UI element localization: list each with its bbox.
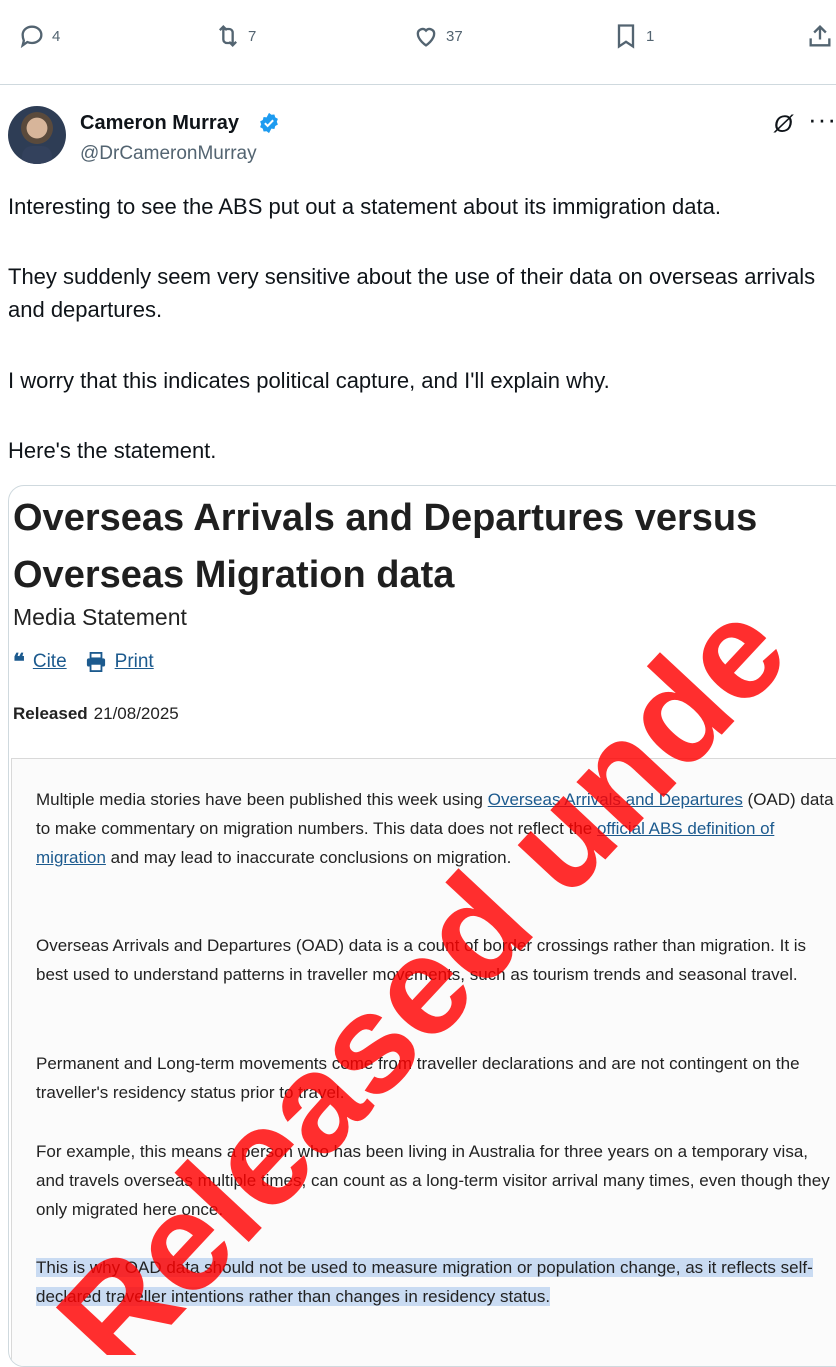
retweet-button[interactable]: 7 <box>214 22 256 50</box>
tweet-paragraph: I worry that this indicates political ca… <box>8 368 610 393</box>
bookmark-count: 1 <box>646 27 655 45</box>
heart-icon <box>416 27 436 47</box>
avatar[interactable] <box>8 106 66 164</box>
like-button[interactable]: 37 <box>412 22 463 50</box>
tweet-paragraph: Here's the statement. <box>8 438 217 463</box>
oad-link[interactable]: Overseas Arrivals and Departures <box>488 790 743 809</box>
tweet-paragraph: They suddenly seem very sensitive about … <box>8 264 816 322</box>
tweet-action-bar: 4 7 37 1 <box>0 0 836 85</box>
like-count: 37 <box>446 27 463 45</box>
statement-title: Overseas Arrivals and Departures versus … <box>13 497 758 596</box>
embedded-image[interactable]: Overseas Arrivals and Departures versus … <box>8 485 836 1367</box>
reply-button[interactable]: 4 <box>18 22 60 50</box>
print-link[interactable]: Print <box>115 651 154 673</box>
cite-print-row: ❝ Cite Print <box>13 649 154 675</box>
statement-body: Multiple media stories have been publish… <box>11 758 836 1366</box>
released-line: Released 21/08/2025 <box>13 704 179 724</box>
bookmark-button[interactable]: 1 <box>612 22 654 50</box>
printer-icon <box>86 652 105 672</box>
bookmark-icon <box>617 24 635 49</box>
statement-paragraph: Permanent and Long-term movements come f… <box>36 1054 800 1102</box>
cite-link[interactable]: Cite <box>33 651 67 673</box>
released-date: 21/08/2025 <box>93 704 179 723</box>
author-name[interactable]: Cameron Murray <box>80 112 239 135</box>
retweet-icon <box>219 25 237 47</box>
reply-icon <box>20 25 43 49</box>
author-handle[interactable]: @DrCameronMurray <box>80 143 257 165</box>
more-options-icon[interactable]: ··· <box>808 104 836 135</box>
highlighted-text: This is why OAD data should not be used … <box>36 1258 813 1306</box>
quote-icon: ❝ <box>13 649 25 674</box>
grok-icon[interactable]: Ø <box>774 111 793 139</box>
statement-paragraph: For example, this means a person who has… <box>36 1142 830 1219</box>
statement-paragraph: Multiple media stories have been publish… <box>36 790 834 867</box>
released-label: Released <box>13 704 88 723</box>
share-icon <box>809 25 831 47</box>
statement-paragraph: Overseas Arrivals and Departures (OAD) d… <box>36 936 807 984</box>
tweet-paragraph: Interesting to see the ABS put out a sta… <box>8 194 721 219</box>
statement-paragraph-highlighted: This is why OAD data should not be used … <box>36 1253 836 1311</box>
reply-count: 4 <box>52 27 61 45</box>
statement-subtitle: Media Statement <box>13 604 187 630</box>
retweet-count: 7 <box>248 27 257 45</box>
share-button[interactable] <box>806 22 834 50</box>
verified-badge-icon <box>260 112 278 134</box>
